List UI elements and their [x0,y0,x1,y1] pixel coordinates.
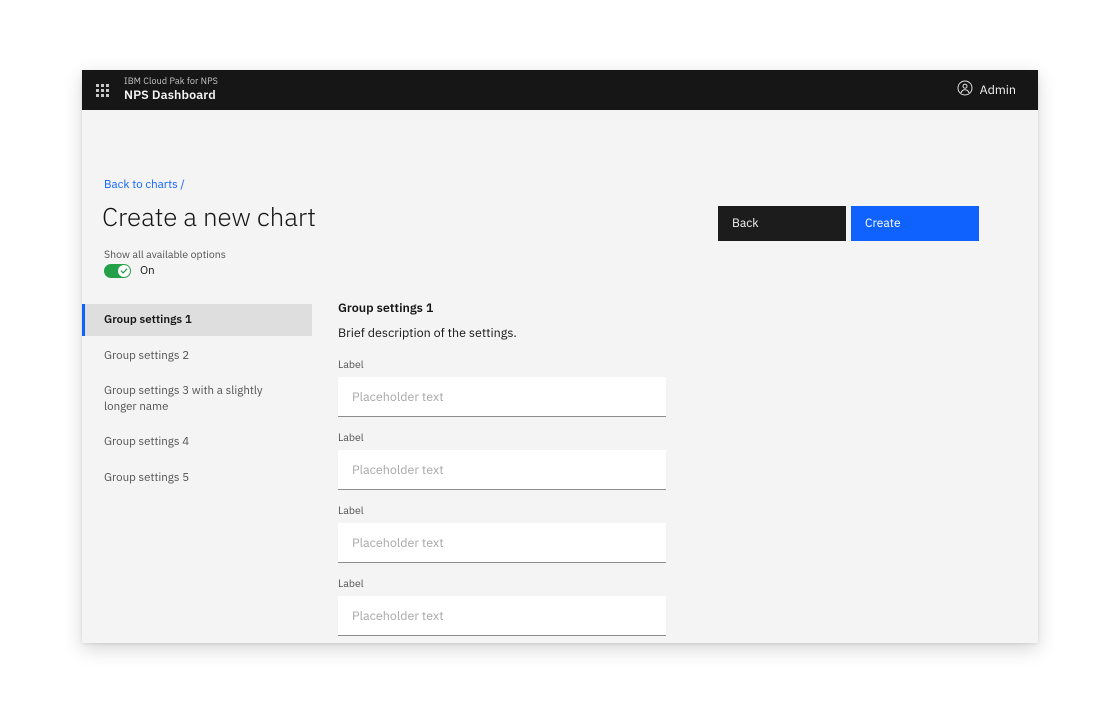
user-menu[interactable]: Admin [957,80,1038,101]
show-all-options-toggle[interactable] [104,263,131,278]
toggle-caption: Show all available options [104,247,226,261]
settings-sidenav: Group settings 1 Group settings 2 Group se… [82,304,312,493]
user-avatar-icon [957,80,973,101]
sidenav-item-2[interactable]: Group settings 2 [82,340,312,372]
text-input[interactable] [338,450,666,490]
form-field: Label [338,430,668,490]
field-label: Label [338,503,364,517]
sidenav-item-1[interactable]: Group settings 1 [82,304,312,336]
page-title: Create a new chart [102,200,316,234]
toggle-knob [118,264,130,277]
page-actions: Back Create [718,206,979,241]
form-field: Label [338,357,668,417]
header-left-group: IBM Cloud Pak for NPS NPS Dashboard [82,70,218,110]
breadcrumb-back-to-charts[interactable]: Back to charts / [104,177,185,192]
sidenav-item-3[interactable]: Group settings 3 with a slightly longer … [82,375,312,422]
page-body: Back to charts / Create a new chart Show… [82,110,1038,643]
show-all-options-toggle-row: On [104,263,155,278]
toggle-state-text: On [140,263,155,278]
sidenav-item-4[interactable]: Group settings 4 [82,426,312,458]
section-description: Brief description of the settings. [338,325,517,341]
app-window: IBM Cloud Pak for NPS NPS Dashboard Admi… [82,70,1038,643]
form-field: Label [338,576,668,636]
section-title: Group settings 1 [338,300,434,316]
text-input[interactable] [338,377,666,417]
back-button[interactable]: Back [718,206,846,241]
brand-block[interactable]: IBM Cloud Pak for NPS NPS Dashboard [124,76,218,104]
check-icon [120,268,128,274]
product-name: IBM Cloud Pak for NPS [124,76,218,88]
grid-dots-icon [95,83,109,97]
field-label: Label [338,357,364,371]
text-input[interactable] [338,596,666,636]
app-switcher-button[interactable] [82,70,122,110]
settings-section-1: Group settings 1 Brief description of the… [338,300,668,636]
app-header: IBM Cloud Pak for NPS NPS Dashboard Admi… [82,70,1038,110]
field-label: Label [338,430,364,444]
create-button[interactable]: Create [851,206,979,241]
field-label: Label [338,576,364,590]
app-title: NPS Dashboard [124,87,216,104]
form-field: Label [338,503,668,563]
settings-form: Group settings 1 Brief description of the… [338,300,668,643]
text-input[interactable] [338,523,666,563]
sidenav-item-5[interactable]: Group settings 5 [82,462,312,494]
user-name: Admin [979,82,1016,98]
